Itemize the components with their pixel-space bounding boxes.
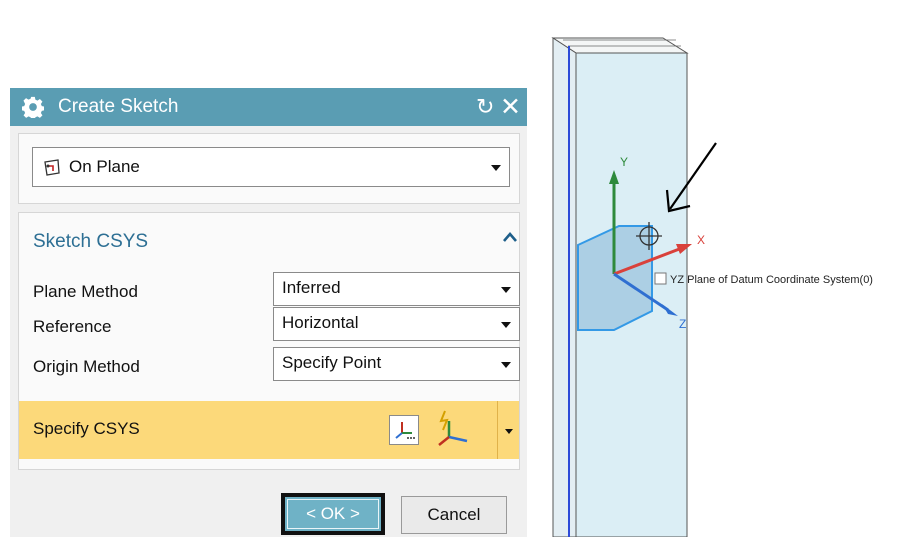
section-title: Sketch CSYS — [33, 231, 149, 252]
close-icon[interactable]: ✕ — [500, 92, 521, 122]
plane-method-label: Plane Method — [33, 282, 138, 301]
dialog-title: Create Sketch — [58, 96, 179, 117]
origin-method-dropdown[interactable]: Specify Point — [273, 347, 520, 381]
reference-value: Horizontal — [282, 313, 359, 332]
part-side-face — [552, 37, 577, 537]
chevron-down-icon — [501, 362, 511, 368]
chevron-down-icon — [501, 287, 511, 293]
chevron-down-icon — [491, 165, 501, 171]
selection-tooltip: YZ Plane of Datum Coordinate System(0) — [670, 274, 873, 286]
origin-method-label: Origin Method — [33, 357, 140, 376]
csys-dialog-icon — [395, 422, 415, 439]
inferred-csys-icon — [438, 410, 468, 446]
tooltip-plane-icon — [654, 272, 667, 285]
specify-csys-row[interactable]: Specify CSYS — [19, 401, 497, 459]
csys-options-dropdown[interactable] — [497, 401, 519, 459]
create-sketch-dialog: Create Sketch ↻ ✕ On Plane Sketch CSYS P… — [10, 88, 527, 537]
ok-button-label: < OK > — [306, 504, 360, 523]
chevron-down-icon — [501, 322, 511, 328]
y-axis-label: Y — [620, 155, 628, 169]
z-axis-label: Z — [679, 317, 686, 331]
plane-method-value: Inferred — [282, 278, 341, 297]
sketch-type-section: On Plane — [18, 133, 520, 204]
sketch-csys-section: Sketch CSYS Plane Method Inferred Refere… — [18, 212, 520, 470]
sketch-type-dropdown[interactable]: On Plane — [32, 147, 510, 187]
gear-icon — [22, 96, 44, 118]
sketch-type-value: On Plane — [69, 157, 140, 176]
inferred-csys-button[interactable] — [431, 407, 475, 451]
x-axis-label: X — [697, 233, 705, 247]
specify-csys-label: Specify CSYS — [33, 419, 140, 438]
plane-method-dropdown[interactable]: Inferred — [273, 272, 520, 306]
reset-icon[interactable]: ↻ — [476, 94, 494, 120]
dialog-title-bar[interactable]: Create Sketch ↻ ✕ — [10, 88, 527, 126]
origin-method-value: Specify Point — [282, 353, 382, 372]
ok-button[interactable]: < OK > — [281, 493, 385, 535]
chevron-up-icon[interactable] — [503, 231, 517, 243]
cancel-button[interactable]: Cancel — [401, 496, 507, 534]
reference-label: Reference — [33, 317, 112, 336]
chevron-down-icon — [505, 429, 513, 434]
sketch-on-plane-icon — [44, 159, 60, 176]
graphics-window[interactable]: Y X Z — [545, 0, 907, 537]
csys-dialog-button[interactable] — [389, 415, 419, 445]
reference-dropdown[interactable]: Horizontal — [273, 307, 520, 341]
